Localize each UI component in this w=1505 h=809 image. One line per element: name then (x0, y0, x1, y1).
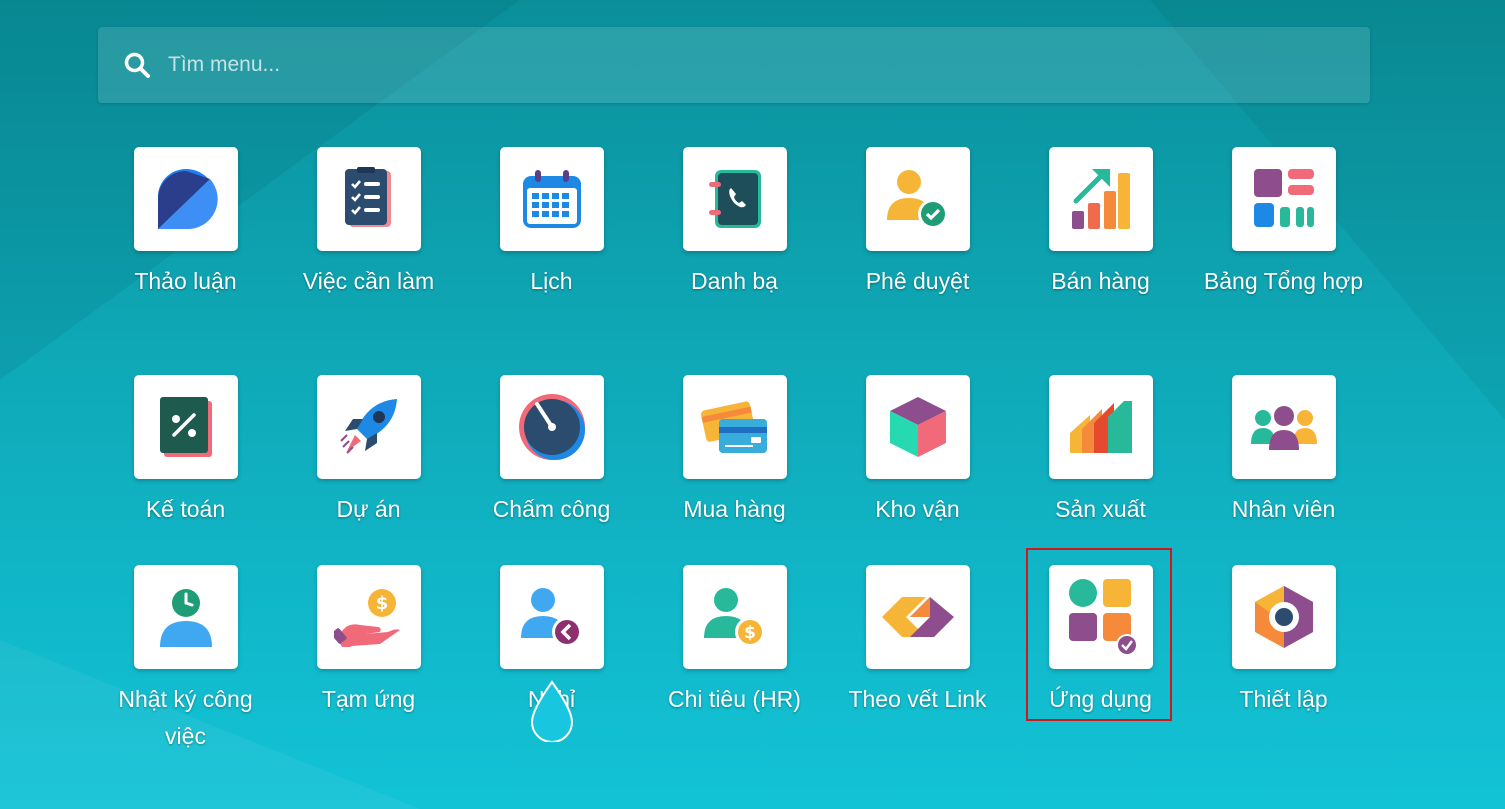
sales-growth-chart-icon (1071, 169, 1130, 229)
app-tile[interactable] (1048, 147, 1153, 251)
app-todo[interactable]: Việc cần làm (277, 147, 460, 300)
app-tile[interactable] (682, 147, 787, 251)
app-settings[interactable]: Thiết lập (1192, 565, 1375, 718)
app-tile[interactable] (499, 565, 604, 669)
approval-user-check-icon (886, 170, 948, 229)
app-tile[interactable] (133, 565, 238, 669)
app-label: Mua hàng (683, 496, 786, 522)
app-label: Kế toán (145, 496, 226, 522)
app-tile[interactable] (1048, 565, 1153, 669)
app-label: Kho vận (875, 496, 960, 522)
app-label: Nhân viên (1231, 496, 1336, 522)
app-label: Lịch (530, 268, 573, 294)
work-log-clock-user-icon (159, 587, 212, 647)
app-sales[interactable]: Bán hàng (1009, 147, 1192, 300)
app-tile[interactable] (1231, 375, 1336, 479)
app-purchase[interactable]: Mua hàng (643, 375, 826, 528)
expense-user-dollar-icon: $ (703, 588, 765, 647)
project-rocket-icon (339, 399, 397, 454)
app-label: Chi tiêu (HR) (668, 686, 801, 712)
app-project[interactable]: Dự án (277, 375, 460, 528)
accounting-percent-icon (159, 397, 212, 457)
timesheet-gauge-icon (518, 394, 585, 460)
app-label: Phê duyệt (865, 268, 970, 294)
discuss-icon (157, 168, 218, 230)
app-label: Theo vết Link (848, 686, 987, 712)
app-tile[interactable] (499, 147, 604, 251)
app-tile[interactable] (865, 147, 970, 251)
water-drop-icon (530, 680, 574, 742)
app-timesheet[interactable]: Chấm công (460, 375, 643, 528)
app-tile[interactable] (133, 375, 238, 479)
app-label: Ứng dụng (1049, 686, 1152, 712)
svg-text:$: $ (375, 593, 388, 614)
link-tracker-icon (881, 597, 954, 637)
app-tile[interactable] (316, 147, 421, 251)
purchase-cards-icon (700, 401, 767, 453)
app-label: Chấm công (492, 496, 611, 522)
app-tile[interactable] (682, 375, 787, 479)
app-label: Danh bạ (691, 268, 778, 294)
app-tile[interactable] (865, 565, 970, 669)
app-tile[interactable] (133, 147, 238, 251)
contacts-phonebook-icon (708, 170, 761, 228)
calendar-icon (522, 170, 581, 228)
app-discuss[interactable]: Thảo luận (94, 147, 277, 300)
app-work-log[interactable]: Nhật ký công việc (94, 565, 277, 755)
app-label: Bán hàng (1051, 268, 1150, 294)
app-apps[interactable]: Ứng dụng (1009, 565, 1192, 718)
app-manufacturing[interactable]: Sản xuất (1009, 375, 1192, 528)
app-approvals[interactable]: Phê duyệt (826, 147, 1009, 300)
search-input[interactable] (166, 44, 1370, 86)
manufacturing-icon (1069, 401, 1132, 453)
time-off-user-icon (520, 588, 582, 647)
app-employees[interactable]: Nhân viên (1192, 375, 1375, 528)
settings-hexagon-icon (1254, 586, 1313, 648)
advance-money-hand-icon: $ (333, 589, 400, 647)
app-label: Bảng Tổng hợp (1203, 268, 1364, 294)
app-dashboard[interactable]: Bảng Tổng hợp (1192, 147, 1375, 300)
search-bar[interactable] (98, 27, 1370, 103)
todo-checklist-icon (344, 167, 391, 227)
app-accounting[interactable]: Kế toán (94, 375, 277, 528)
app-tile[interactable]: $ (682, 565, 787, 669)
app-tile[interactable] (499, 375, 604, 479)
search-icon (122, 50, 152, 80)
app-tile[interactable]: $ (316, 565, 421, 669)
app-label: Dự án (336, 496, 401, 522)
employees-group-icon (1250, 406, 1317, 450)
app-tile[interactable] (316, 375, 421, 479)
app-label: Thảo luận (134, 268, 237, 294)
app-tile[interactable] (1231, 147, 1336, 251)
app-tile[interactable] (1231, 565, 1336, 669)
app-tile[interactable] (865, 375, 970, 479)
svg-text:$: $ (744, 623, 756, 643)
app-inventory[interactable]: Kho vận (826, 375, 1009, 528)
apps-grid-icon (1068, 579, 1137, 656)
app-label: Sản xuất (1055, 496, 1146, 522)
app-advance[interactable]: $ Tạm ứng (277, 565, 460, 718)
app-expenses[interactable]: $ Chi tiêu (HR) (643, 565, 826, 718)
dashboard-tiles-icon (1253, 169, 1314, 227)
inventory-box-icon (889, 397, 946, 457)
app-label: Nhật ký công việc (118, 686, 253, 749)
app-label: Thiết lập (1239, 686, 1328, 712)
app-label: Tạm ứng (321, 686, 416, 712)
app-calendar[interactable]: Lịch (460, 147, 643, 300)
app-contacts[interactable]: Danh bạ (643, 147, 826, 300)
app-tile[interactable] (1048, 375, 1153, 479)
app-label: Việc cần làm (302, 268, 435, 294)
app-link-tracker[interactable]: Theo vết Link (826, 565, 1009, 718)
